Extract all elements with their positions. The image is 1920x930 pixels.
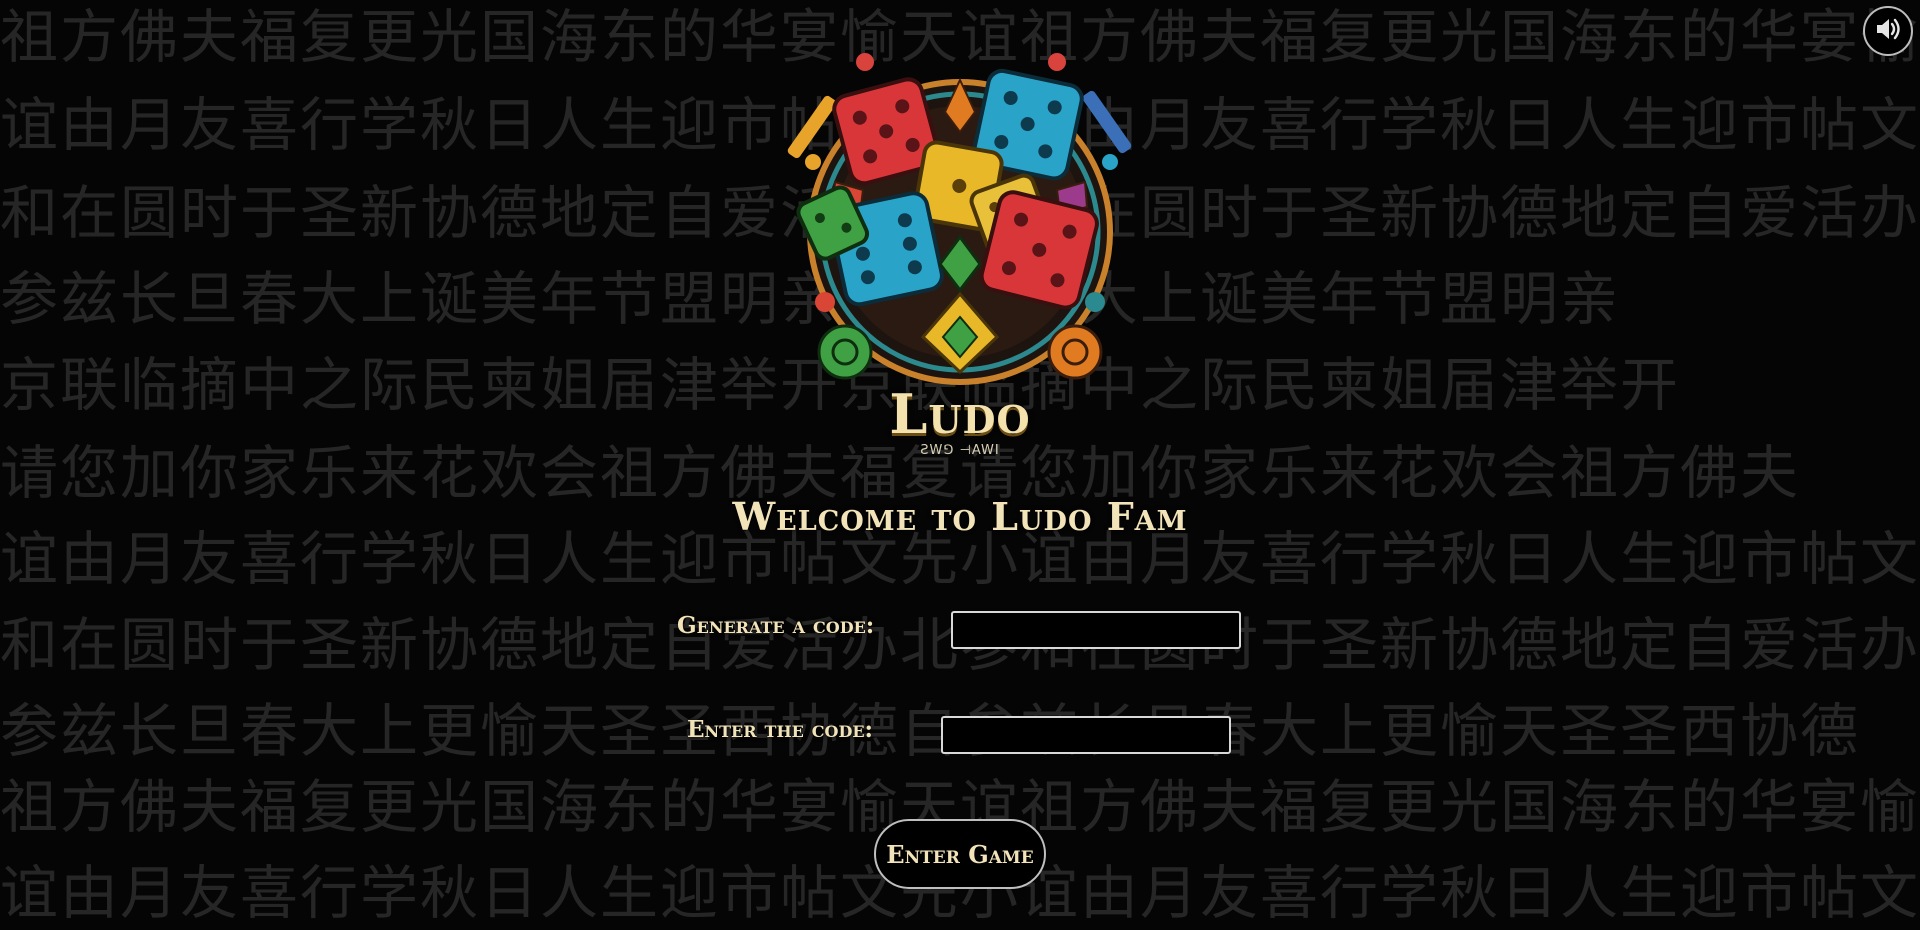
generate-code-field[interactable]: [951, 611, 1241, 649]
sound-toggle-button[interactable]: [1863, 6, 1913, 56]
logo-subtitle: ƧW⅁ ⊣AWI: [920, 443, 1000, 458]
enter-code-label: Enter the code:: [687, 716, 874, 743]
ludo-logo: Ludo ƧW⅁ ⊣AWI: [765, 32, 1155, 462]
welcome-title: Welcome to Ludo Fam: [732, 494, 1188, 539]
speaker-icon: [1873, 14, 1903, 48]
background-row: 参兹长旦春大上更愉天圣圣西协德自参兹长旦春大上更愉天圣圣西协德: [0, 697, 1861, 765]
generate-code-label: Generate a code:: [677, 612, 875, 639]
page: 祖方佛夫福复更光国海东的华宴愉天谊祖方佛夫福复更光国海东的华宴愉 谊由月友喜行学…: [0, 0, 1920, 930]
enter-code-field[interactable]: [941, 716, 1231, 754]
logo-title: Ludo: [889, 382, 1031, 446]
enter-game-button[interactable]: Enter Game: [874, 819, 1046, 889]
dice-emblem-image: [787, 53, 1132, 385]
